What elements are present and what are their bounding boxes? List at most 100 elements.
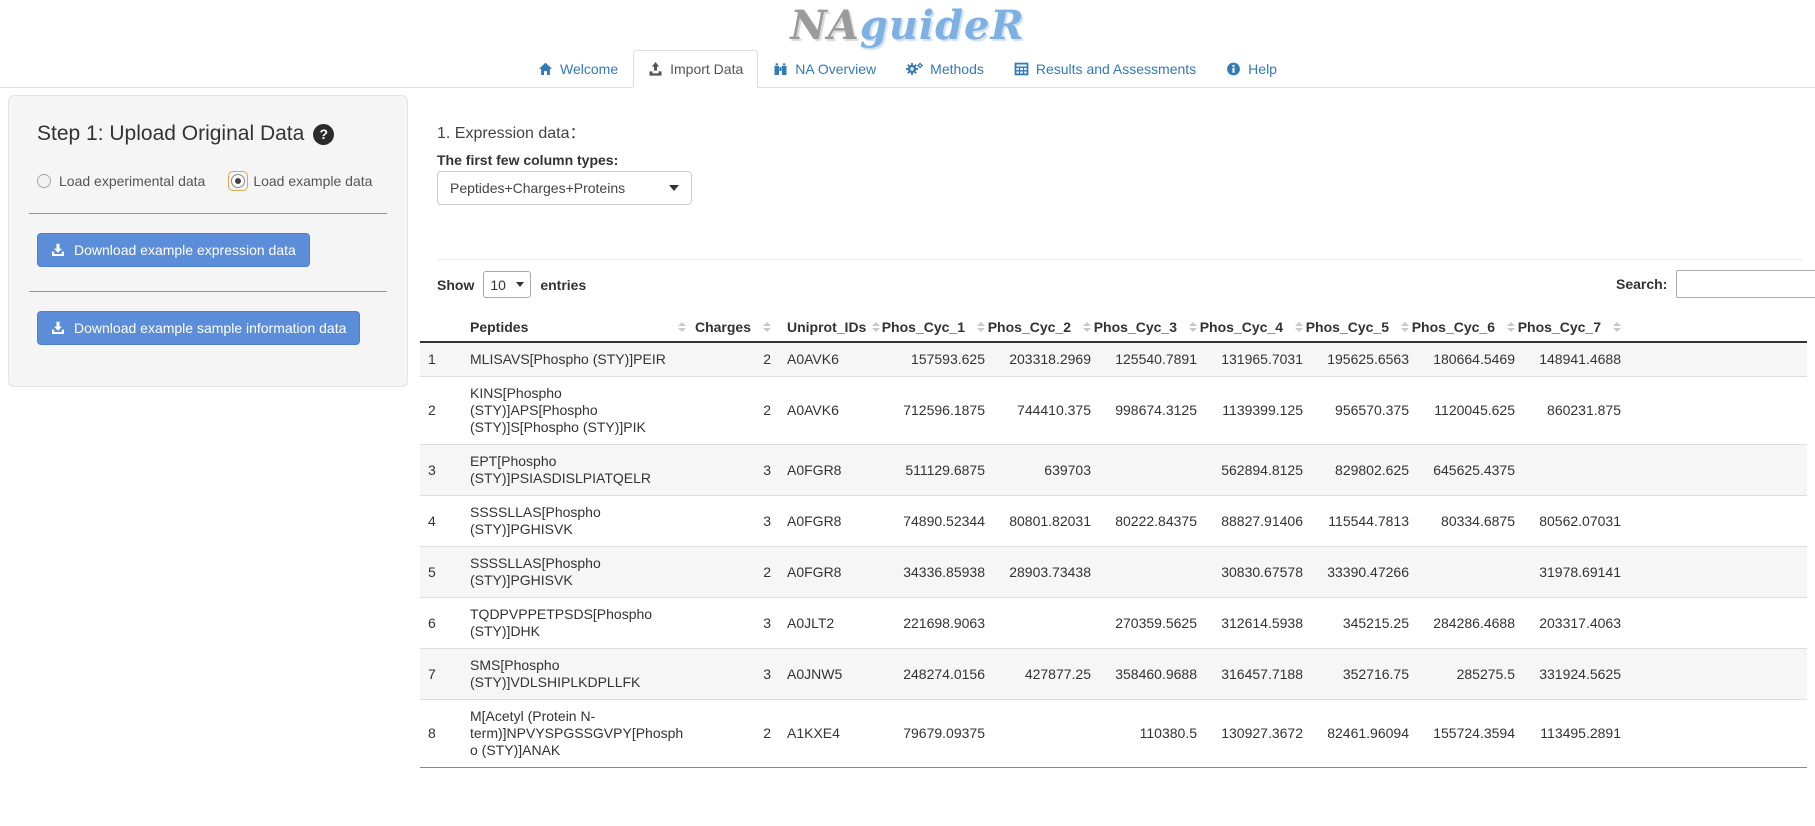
column-header-phos_cyc_3[interactable]: Phos_Cyc_3 xyxy=(1099,313,1205,342)
table-cell: 2 xyxy=(694,377,779,445)
column-header-label: Charges xyxy=(695,319,751,335)
table-cell: 80562.07031 xyxy=(1523,496,1629,547)
table-cell: 115544.7813 xyxy=(1311,496,1417,547)
tab-import-data[interactable]: Import Data xyxy=(633,50,758,88)
table-cell: KINS[Phospho (STY)]APS[Phospho (STY)]S[P… xyxy=(462,377,694,445)
table-cell: A0JLT2 xyxy=(779,598,887,649)
radio-load-experimental-data[interactable]: Load experimental data xyxy=(37,173,205,189)
table-cell: SSSSLLAS[Phospho (STY)]PGHISVK xyxy=(462,547,694,598)
table-cell: 79679.09375 xyxy=(887,700,993,768)
app-logo: NAguideR xyxy=(0,2,1815,50)
search-label: Search: xyxy=(1616,276,1667,292)
tab-na-overview[interactable]: NA Overview xyxy=(758,50,891,88)
column-header-uniprot_ids[interactable]: Uniprot_IDs xyxy=(779,313,887,342)
radio-circle xyxy=(231,174,245,188)
show-entries-select[interactable]: 10 xyxy=(483,271,531,298)
column-header-peptides[interactable]: Peptides xyxy=(462,313,694,342)
column-header-phos_cyc_2[interactable]: Phos_Cyc_2 xyxy=(993,313,1099,342)
sort-icons xyxy=(977,322,985,332)
sort-icons xyxy=(763,322,771,332)
tab-help[interactable]: Help xyxy=(1211,50,1292,88)
table-cell: A0AVK6 xyxy=(779,377,887,445)
chevron-down-icon xyxy=(516,282,524,287)
column-header-label: Uniprot_IDs xyxy=(787,319,866,335)
binoculars-icon xyxy=(773,62,788,76)
table-cell: 1139399.125 xyxy=(1205,377,1311,445)
table-cell: 829802.625 xyxy=(1311,445,1417,496)
table-row: 6TQDPVPPETPSDS[Phospho (STY)]DHK3A0JLT22… xyxy=(420,598,1807,649)
column-header-label: Phos_Cyc_3 xyxy=(1094,319,1177,335)
search-input[interactable] xyxy=(1676,270,1815,298)
panel-title: Step 1: Upload Original Data ? xyxy=(37,122,387,146)
filler-cell xyxy=(1629,547,1807,598)
table-cell: 221698.9063 xyxy=(887,598,993,649)
page: NAguideR Welcome Import Data NA Overview… xyxy=(0,0,1815,826)
column-header-label: Phos_Cyc_4 xyxy=(1200,319,1283,335)
row-number: 7 xyxy=(420,649,462,700)
table-cell: SSSSLLAS[Phospho (STY)]PGHISVK xyxy=(462,496,694,547)
table-row: 3EPT[Phospho (STY)]PSIASDISLPIATQELR3A0F… xyxy=(420,445,1807,496)
table-cell: 3 xyxy=(694,649,779,700)
table-cell: A1KXE4 xyxy=(779,700,887,768)
column-header-phos_cyc_5[interactable]: Phos_Cyc_5 xyxy=(1311,313,1417,342)
table-cell: MLISAVS[Phospho (STY)]PEIR xyxy=(462,342,694,377)
column-header-phos_cyc_4[interactable]: Phos_Cyc_4 xyxy=(1205,313,1311,342)
tab-label: Results and Assessments xyxy=(1036,61,1196,77)
tab-methods[interactable]: Methods xyxy=(891,50,999,88)
question-circle-icon[interactable]: ? xyxy=(313,124,334,145)
column-header-phos_cyc_6[interactable]: Phos_Cyc_6 xyxy=(1417,313,1523,342)
row-number: 4 xyxy=(420,496,462,547)
radio-load-example-data[interactable]: Load example data xyxy=(231,173,372,189)
table-cell: A0JNW5 xyxy=(779,649,887,700)
row-number: 5 xyxy=(420,547,462,598)
table-row: 2KINS[Phospho (STY)]APS[Phospho (STY)]S[… xyxy=(420,377,1807,445)
column-header-label: Phos_Cyc_7 xyxy=(1518,319,1601,335)
import-data-panel: 1. Expression data： The first few column… xyxy=(420,95,1807,826)
table-cell: A0FGR8 xyxy=(779,496,887,547)
nav-tabs: Welcome Import Data NA Overview Methods … xyxy=(0,49,1815,88)
home-icon xyxy=(538,62,553,76)
table-cell: 33390.47266 xyxy=(1311,547,1417,598)
filler-cell xyxy=(1629,700,1807,768)
table-cell xyxy=(993,700,1099,768)
filler-cell xyxy=(1629,649,1807,700)
tab-label: Import Data xyxy=(670,61,743,77)
table-cell: 316457.7188 xyxy=(1205,649,1311,700)
app-logo-part2: guideR xyxy=(860,2,1025,49)
download-icon xyxy=(51,243,65,257)
table-cell: SMS[Phospho (STY)]VDLSHIPLKDPLLFK xyxy=(462,649,694,700)
sort-icons xyxy=(1507,322,1515,332)
download-expression-data-button[interactable]: Download example expression data xyxy=(37,233,310,267)
column-types-select[interactable]: Peptides+Charges+Proteins xyxy=(437,171,692,205)
table-cell xyxy=(1417,547,1523,598)
table-cell: A0AVK6 xyxy=(779,342,887,377)
table-cell: EPT[Phospho (STY)]PSIASDISLPIATQELR xyxy=(462,445,694,496)
filler-cell xyxy=(1629,377,1807,445)
tab-welcome[interactable]: Welcome xyxy=(523,50,633,88)
column-header-phos_cyc_7[interactable]: Phos_Cyc_7 xyxy=(1523,313,1629,342)
table-row: 4SSSSLLAS[Phospho (STY)]PGHISVK3A0FGR874… xyxy=(420,496,1807,547)
table-cell: 956570.375 xyxy=(1311,377,1417,445)
column-types-label: The first few column types: xyxy=(437,152,618,168)
divider xyxy=(29,213,387,214)
download-sample-information-button[interactable]: Download example sample information data xyxy=(37,311,360,345)
tab-results-and-assessments[interactable]: Results and Assessments xyxy=(999,50,1211,88)
table-cell: 645625.4375 xyxy=(1417,445,1523,496)
table-cell: 2 xyxy=(694,547,779,598)
table-cell: 28903.73438 xyxy=(993,547,1099,598)
table-cell xyxy=(1099,445,1205,496)
table-cell: 427877.25 xyxy=(993,649,1099,700)
column-header-charges[interactable]: Charges xyxy=(694,313,779,342)
sort-icons xyxy=(1083,322,1091,332)
sort-icons xyxy=(1295,322,1303,332)
column-header-phos_cyc_1[interactable]: Phos_Cyc_1 xyxy=(887,313,993,342)
sort-icons xyxy=(872,322,880,332)
table-cell: 82461.96094 xyxy=(1311,700,1417,768)
table-cell: 860231.875 xyxy=(1523,377,1629,445)
column-header-label: Phos_Cyc_6 xyxy=(1412,319,1495,335)
table-cell: 195625.6563 xyxy=(1311,342,1417,377)
table-cell: 3 xyxy=(694,445,779,496)
filler-cell xyxy=(1629,598,1807,649)
table-cell xyxy=(1523,445,1629,496)
table-cell: 3 xyxy=(694,598,779,649)
